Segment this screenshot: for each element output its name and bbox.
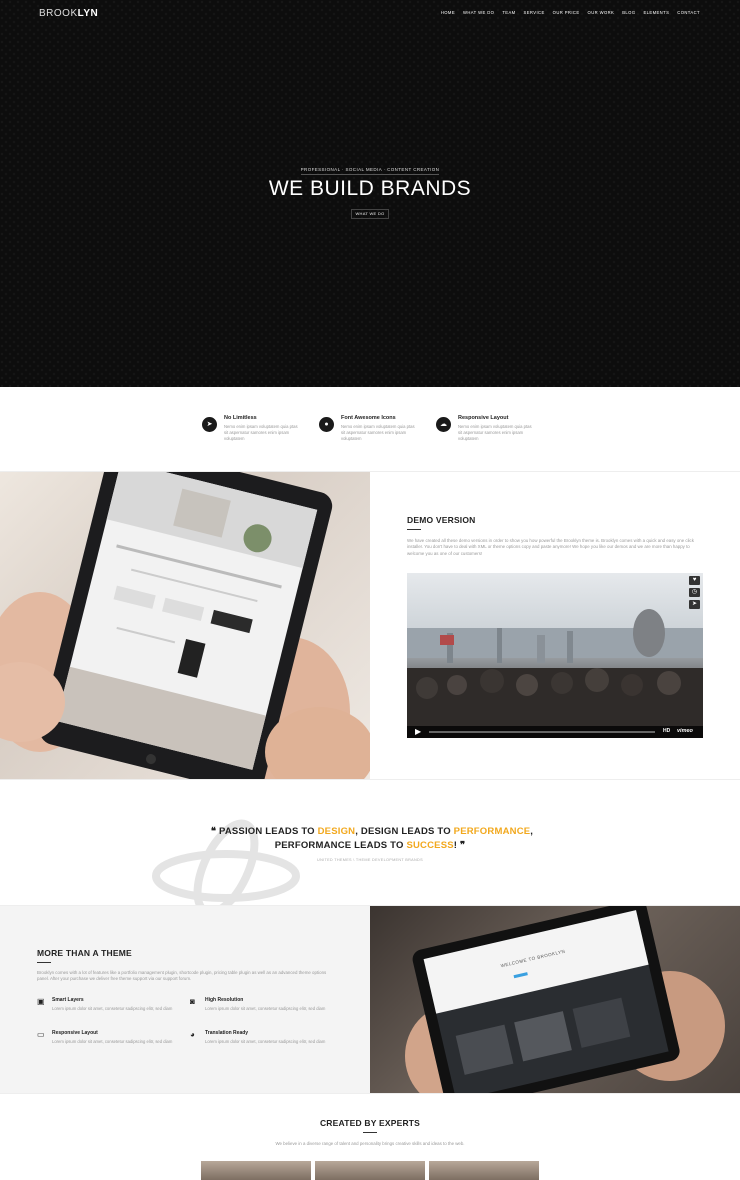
feature-title: Font Awesome Icons	[341, 415, 396, 421]
demo-title: DEMO VERSION	[407, 515, 476, 525]
quote-open-icon: ❝	[210, 826, 219, 837]
feature-title: Responsive Layout	[458, 415, 509, 421]
feature-text: Lorem ipsum dolor sit amet, consetetur s…	[52, 1039, 173, 1044]
play-icon[interactable]: ▶	[415, 727, 421, 736]
what-we-do-button[interactable]: WHAT WE DO	[351, 209, 389, 219]
tablet-illustration-2	[405, 906, 725, 1093]
tablet-illustration	[0, 472, 370, 779]
feature-title: Responsive Layout	[52, 1030, 98, 1036]
nav-home[interactable]: HOME	[441, 10, 455, 15]
title-underline	[407, 529, 421, 530]
image-icon: ▣	[37, 997, 45, 1006]
feature-text: Lorem ipsum dolor sit amet, consetetur s…	[52, 1006, 173, 1011]
quote-close-icon: ❞	[457, 840, 466, 851]
tablet-photo	[0, 472, 370, 779]
tablet-photo-2: WELCOME TO BROOKLYN	[370, 906, 740, 1093]
watch-later-icon[interactable]: ◷	[689, 588, 700, 597]
feature-text: Lorem ipsum dolor sit amet, consetetur s…	[205, 1006, 326, 1011]
cloud-icon: ☁	[436, 417, 451, 432]
camera-icon: ◙	[190, 997, 195, 1006]
section-divider	[0, 779, 740, 780]
hd-badge[interactable]: HD	[663, 728, 670, 734]
nav-what-we-do[interactable]: WHAT WE DO	[463, 10, 494, 15]
feature-high-resolution: ◙ High Resolution Lorem ipsum dolor sit …	[190, 997, 330, 1012]
feature-font-awesome: ● Font Awesome Icons Nemo enim ipsam vol…	[319, 415, 429, 442]
globe-icon: ◕	[190, 1030, 195, 1039]
feature-title: No Limitless	[224, 415, 257, 421]
desktop-icon: ▭	[37, 1030, 45, 1039]
quote-line-2: PERFORMANCE LEADS TO SUCCESS! ❞	[274, 840, 466, 851]
quote-line-1: ❝ PASSION LEADS TO DESIGN, DESIGN LEADS …	[210, 826, 534, 837]
team-member-photo[interactable]	[201, 1161, 311, 1180]
feature-text: Lorem ipsum dolor sit amet, consetetur s…	[205, 1039, 326, 1044]
experts-title: CREATED BY EXPERTS	[319, 1118, 421, 1128]
feature-text: Nemo enim ipsam voluptatem quia ptas sit…	[458, 424, 532, 441]
feature-text: Nemo enim ipsam voluptatem quia ptas sit…	[341, 424, 415, 441]
demo-video[interactable]: ▶ HD vimeo	[407, 573, 703, 738]
title-underline	[37, 962, 51, 963]
feature-responsive-layout: ▭ Responsive Layout Lorem ipsum dolor si…	[37, 1030, 177, 1045]
nav-service[interactable]: SERVICE	[524, 10, 545, 15]
nav-our-work[interactable]: OUR WORK	[588, 10, 615, 15]
feature-title: High Resolution	[205, 997, 244, 1003]
video-frame-illustration	[407, 609, 703, 738]
demo-text: We have created all these demo versions …	[407, 538, 694, 556]
title-underline	[363, 1132, 377, 1133]
main-nav: HOME WHAT WE DO TEAM SERVICE OUR PRICE O…	[441, 10, 700, 15]
nav-our-price[interactable]: OUR PRICE	[553, 10, 580, 15]
section-divider	[0, 1093, 740, 1094]
feature-smart-layers: ▣ Smart Layers Lorem ipsum dolor sit ame…	[37, 997, 177, 1012]
feature-title: Smart Layers	[52, 997, 84, 1003]
feature-text: Nemo enim ipsam voluptatem quia ptas sit…	[224, 424, 298, 441]
nav-blog[interactable]: BLOG	[622, 10, 635, 15]
feature-title: Translation Ready	[205, 1030, 249, 1036]
feature-no-limitless: ➤ No Limitless Nemo enim ipsam voluptate…	[202, 415, 312, 442]
vimeo-logo[interactable]: vimeo	[677, 728, 693, 734]
video-controls[interactable]: ▶ HD vimeo	[407, 726, 703, 738]
video-progress[interactable]	[429, 731, 655, 733]
share-icon[interactable]: ➤	[689, 600, 700, 609]
team-member-photo[interactable]	[429, 1161, 539, 1180]
nav-team[interactable]: TEAM	[502, 10, 515, 15]
hero-section: BROOKLYN HOME WHAT WE DO TEAM SERVICE OU…	[0, 0, 740, 387]
feature-responsive: ☁ Responsive Layout Nemo enim ipsam volu…	[436, 415, 546, 442]
quote-author: UNITED THEMES \ THEME DEVELOPMENT BRANDS	[317, 858, 423, 862]
nav-elements[interactable]: ELEMENTS	[643, 10, 669, 15]
nav-contact[interactable]: CONTACT	[677, 10, 700, 15]
more-title: MORE THAN A THEME	[37, 948, 132, 958]
more-text: Brooklyn comes with a lot of features li…	[37, 970, 327, 982]
hero-title: WE BUILD BRANDS	[268, 177, 472, 200]
paper-plane-icon: ➤	[202, 417, 217, 432]
brand-logo[interactable]: BROOKLYN	[39, 8, 98, 19]
lightbulb-icon: ●	[319, 417, 334, 432]
team-member-photo[interactable]	[315, 1161, 425, 1180]
like-icon[interactable]: ♥	[689, 576, 700, 585]
feature-translation-ready: ◕ Translation Ready Lorem ipsum dolor si…	[190, 1030, 330, 1045]
experts-text: We believe in a diverse range of talent …	[275, 1141, 465, 1146]
hero-kicker: PROFESSIONAL · SOCIAL MEDIA · CONTENT CR…	[0, 167, 740, 175]
